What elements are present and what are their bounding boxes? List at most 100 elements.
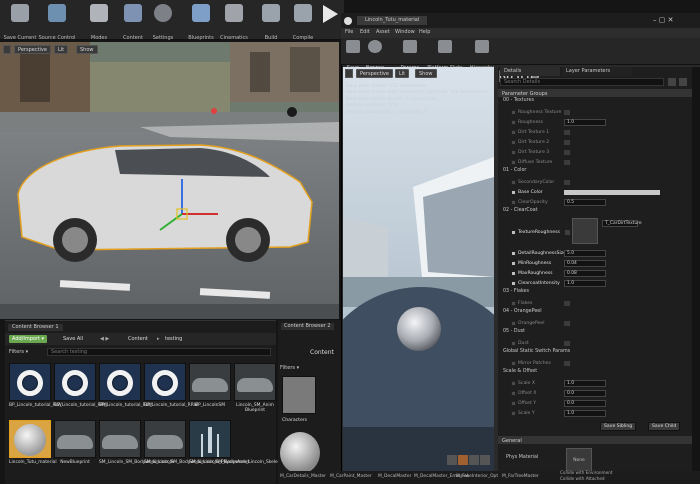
- param-value-field[interactable]: 0.5: [564, 199, 606, 206]
- content-browser-1-tab[interactable]: Content Browser 1: [8, 324, 63, 331]
- save-sibling-button[interactable]: Save Sibling: [600, 422, 637, 431]
- eye-icon[interactable]: [679, 78, 687, 86]
- param-override-checkbox[interactable]: [511, 341, 516, 346]
- param-value-field[interactable]: 0.08: [564, 270, 606, 277]
- param-override-checkbox[interactable]: [511, 140, 516, 145]
- history-arrows[interactable]: ◀ ▶: [100, 337, 109, 342]
- level-viewport[interactable]: Perspective Lit Show: [0, 42, 339, 319]
- thumb-label[interactable]: M_DecalMaster: [378, 474, 411, 479]
- menu-asset[interactable]: Asset: [376, 30, 390, 35]
- preview-show-button[interactable]: Show: [415, 69, 437, 78]
- param-section-title[interactable]: 05 - Dust: [503, 329, 525, 335]
- param-bool-toggle[interactable]: [564, 130, 569, 135]
- add-import-button[interactable]: Add/Import ▾: [9, 335, 48, 343]
- thumb-label[interactable]: M_FakeInterior_Opt: [456, 474, 498, 479]
- menu-edit[interactable]: Edit: [360, 30, 370, 35]
- menu-help[interactable]: Help: [419, 30, 430, 35]
- base-color-swatch[interactable]: [564, 190, 660, 195]
- param-override-checkbox[interactable]: [511, 150, 516, 155]
- details-tab[interactable]: Details: [500, 67, 560, 76]
- param-bool-toggle[interactable]: [564, 160, 569, 165]
- view-options-icon[interactable]: [668, 78, 676, 86]
- cylinder-shape-button[interactable]: [447, 455, 457, 465]
- window-controls[interactable]: – ▢ ✕: [653, 17, 673, 24]
- compile-button[interactable]: Compile: [284, 1, 322, 41]
- cinematics-button[interactable]: Cinematics: [215, 1, 253, 41]
- param-override-checkbox[interactable]: [511, 251, 516, 256]
- details-scrollbar[interactable]: [692, 67, 700, 471]
- param-bool-toggle[interactable]: [564, 140, 569, 145]
- param-value-field[interactable]: 1.0: [564, 380, 606, 387]
- material-preview-viewport[interactable]: Perspective Lit Show Base pass shader: 1…: [343, 67, 494, 471]
- asset-tile[interactable]: Lincoln_Tutu_material: [9, 420, 57, 478]
- asset-tile[interactable]: NewBlueprint: [54, 420, 96, 478]
- save-all-button[interactable]: Save All: [63, 337, 83, 342]
- filters-button[interactable]: Filters ▾: [9, 350, 28, 355]
- param-value-field[interactable]: 1.0: [564, 119, 606, 126]
- param-value-field[interactable]: 0.04: [564, 260, 606, 267]
- characters-folder[interactable]: [282, 376, 316, 414]
- parameter-groups-header[interactable]: Parameter Groups: [498, 89, 692, 97]
- search-input[interactable]: Search testing: [47, 348, 271, 356]
- asset-tile[interactable]: SM_Lincoln_SM_Bodywork_Lincoln: [99, 420, 174, 478]
- cb2-filters-button[interactable]: Filters ▾: [280, 366, 299, 371]
- preview-perspective-button[interactable]: Perspective: [356, 69, 393, 78]
- param-bool-toggle[interactable]: [564, 301, 569, 306]
- param-value-field[interactable]: 5.0: [564, 250, 606, 257]
- asset-tile[interactable]: SM_Lincoln_SM_Bodywork_Lincoln_PhysicsAs…: [144, 420, 249, 478]
- param-override-checkbox[interactable]: [511, 301, 516, 306]
- phys-material-thumbnail[interactable]: None: [566, 448, 592, 472]
- content-browser-2-tab[interactable]: Content Browser 2: [281, 323, 334, 330]
- param-override-checkbox[interactable]: [511, 130, 516, 135]
- cube-shape-button[interactable]: [480, 455, 490, 465]
- modes-button[interactable]: Modes: [80, 1, 118, 41]
- param-override-checkbox[interactable]: [511, 180, 516, 185]
- asset-tile[interactable]: BP_Lincoln_tutorial_FRW: [54, 363, 107, 421]
- viewport-options-button[interactable]: [3, 45, 11, 54]
- cb2-path-content[interactable]: Content: [310, 350, 334, 356]
- param-section-title[interactable]: 01 - Color: [503, 168, 526, 174]
- menu-window[interactable]: Window: [395, 30, 415, 35]
- show-button[interactable]: Show: [76, 45, 98, 54]
- bottom-checkbox-label[interactable]: Collide with Attached: [560, 476, 605, 481]
- settings-button[interactable]: Settings: [144, 1, 182, 41]
- param-override-checkbox[interactable]: [511, 200, 516, 205]
- perspective-button[interactable]: Perspective: [14, 45, 51, 54]
- thumb-label[interactable]: M_FarTreeMaster: [502, 474, 539, 479]
- asset-tile[interactable]: SM_Lincoln_SM_Bodywork_Lincoln_Skeleton: [189, 420, 285, 478]
- texture-thumbnail[interactable]: [572, 218, 598, 244]
- asset-tile[interactable]: Lincoln_SM_Anim Blueprint: [234, 363, 276, 421]
- plane-shape-button[interactable]: [469, 455, 479, 465]
- play-button[interactable]: [318, 1, 342, 39]
- param-override-checkbox[interactable]: [511, 401, 516, 406]
- save-current-button[interactable]: Save Current: [1, 1, 39, 41]
- param-bool-toggle[interactable]: [564, 180, 569, 185]
- param-override-checkbox[interactable]: [511, 261, 516, 266]
- param-override-checkbox[interactable]: [511, 411, 516, 416]
- save-child-button[interactable]: Save Child: [648, 422, 681, 431]
- param-bool-toggle[interactable]: [564, 341, 569, 346]
- general-section-header[interactable]: General: [498, 436, 692, 444]
- param-section-title[interactable]: Global Static Switch Params: [503, 349, 570, 355]
- param-override-checkbox[interactable]: [511, 230, 516, 235]
- param-section-title[interactable]: 03 - Flakes: [503, 289, 529, 295]
- param-section-title[interactable]: Scale & Offset: [503, 369, 537, 375]
- layer-parameters-tab[interactable]: Layer Parameters: [562, 67, 632, 76]
- sphere-shape-button[interactable]: [458, 455, 468, 465]
- path-testing[interactable]: testing: [165, 337, 182, 342]
- param-override-checkbox[interactable]: [511, 271, 516, 276]
- thumb-label[interactable]: M_CarPaint_Master: [330, 474, 372, 479]
- asset-tile[interactable]: BP_Lincoln_tutorial_RLW: [99, 363, 152, 421]
- param-value-field[interactable]: 0.0: [564, 390, 606, 397]
- param-section-title[interactable]: 04 - OrangePeel: [503, 309, 542, 315]
- menu-file[interactable]: File: [345, 30, 353, 35]
- preview-options-button[interactable]: [345, 69, 353, 78]
- material-sphere-thumb[interactable]: [280, 432, 320, 474]
- lit-button[interactable]: Lit: [54, 45, 69, 54]
- source-control-button[interactable]: Source Control: [38, 1, 76, 41]
- param-override-checkbox[interactable]: [511, 381, 516, 386]
- asset-tile[interactable]: BP_LincolnSM: [189, 363, 231, 421]
- param-section-title[interactable]: 02 - ClearCoat: [503, 208, 538, 214]
- param-override-checkbox[interactable]: [511, 120, 516, 125]
- param-bool-toggle[interactable]: [564, 361, 569, 366]
